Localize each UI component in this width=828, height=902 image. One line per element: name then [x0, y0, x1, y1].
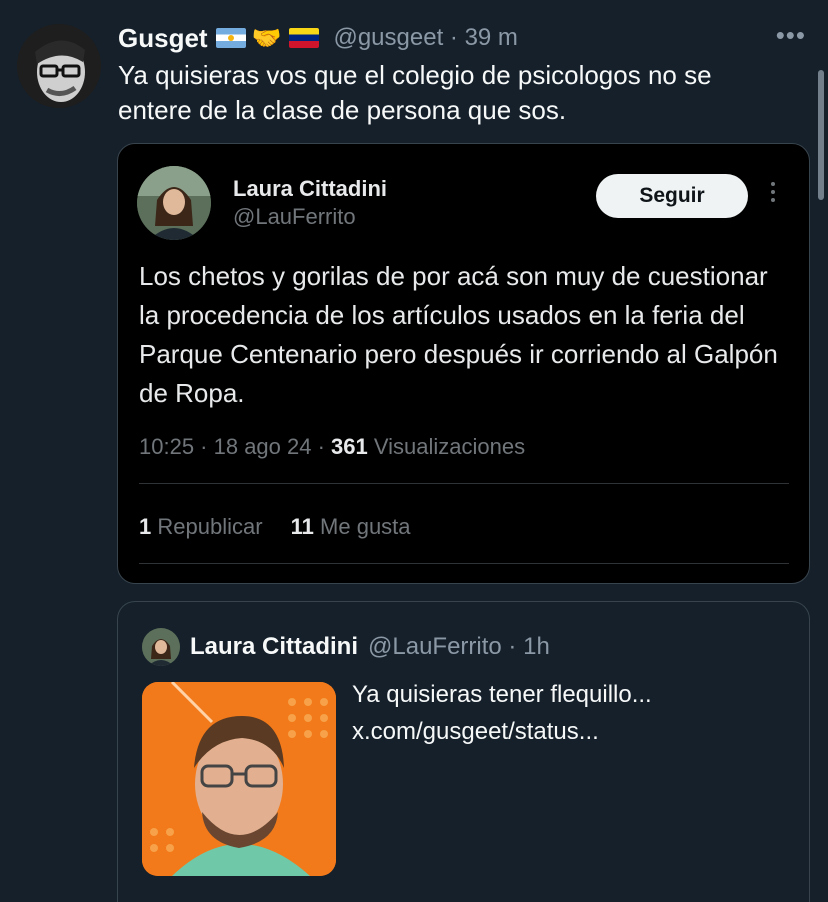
reposts-stat[interactable]: 1 Republicar [139, 514, 263, 539]
handshake-icon: 🤝 [251, 24, 282, 52]
quoted-tweet-card-2[interactable]: Laura Cittadini @LauFerrito · 1h Ya quis… [117, 601, 810, 902]
argentina-flag-icon [215, 28, 246, 48]
more-vertical-icon[interactable] [768, 178, 778, 208]
quoted-tweet-card[interactable]: Laura Cittadini @LauFerrito Seguir Los c… [117, 143, 810, 584]
quoted2-header: Laura Cittadini @LauFerrito · 1h [142, 628, 550, 666]
likes-stat[interactable]: 11 Me gusta [291, 514, 411, 539]
likes-label: Me gusta [313, 514, 411, 539]
venezuela-flag-icon [289, 28, 320, 48]
author-avatar-image [17, 24, 101, 108]
quoted-timestamp: 10:25 · 18 ago 24 · [139, 434, 332, 459]
quoted2-text-line1: Ya quisieras tener flequillo... [352, 681, 652, 708]
author-avatar[interactable] [17, 24, 101, 108]
quoted-tweet-text: Los chetos y gorilas de por acá son muy … [139, 261, 778, 408]
follow-button[interactable]: Seguir [596, 174, 748, 218]
quoted-author-avatar[interactable] [137, 166, 211, 240]
tweet-header: Gusget 🤝 @gusgeet · 39 m [118, 20, 518, 56]
quoted2-photo [142, 682, 336, 876]
author-handle-time[interactable]: @gusgeet · 39 m [333, 24, 517, 52]
reposts-label: Republicar [151, 514, 263, 539]
tweet-text: Ya quisieras vos que el colegio de psico… [118, 60, 712, 125]
reposts-count: 1 [139, 514, 152, 539]
quoted2-author-name[interactable]: Laura Cittadini [190, 633, 358, 661]
likes-count: 11 [290, 514, 314, 539]
quoted2-media-image[interactable] [142, 682, 336, 876]
quoted-tweet-meta: 10:25 · 18 ago 24 · 361 Visualizaciones [139, 434, 525, 460]
views-count: 361 [331, 434, 368, 459]
tweet: Gusget 🤝 @gusgeet · 39 m ••• Ya quisiera… [0, 0, 828, 902]
quoted-author-name[interactable]: Laura Cittadini [233, 176, 387, 202]
quoted-tweet-stats: 1 Republicar 11 Me gusta [139, 514, 411, 540]
author-name[interactable]: Gusget [118, 23, 208, 54]
quoted2-text: Ya quisieras tener flequillo... x.com/gu… [352, 676, 772, 750]
quoted2-author-avatar-image [142, 628, 180, 666]
quoted-author-handle[interactable]: @LauFerrito [233, 204, 356, 230]
quoted2-link[interactable]: x.com/gusgeet/status... [352, 713, 772, 750]
more-horizontal-icon[interactable]: ••• [776, 20, 806, 51]
divider [139, 483, 789, 484]
quoted2-handle-time[interactable]: @LauFerrito · 1h [368, 633, 550, 661]
quoted2-author-avatar[interactable] [142, 628, 180, 666]
divider [139, 563, 789, 564]
scrollbar[interactable] [818, 70, 824, 200]
quoted-author-avatar-image [137, 166, 211, 240]
views-label: Visualizaciones [367, 434, 526, 459]
